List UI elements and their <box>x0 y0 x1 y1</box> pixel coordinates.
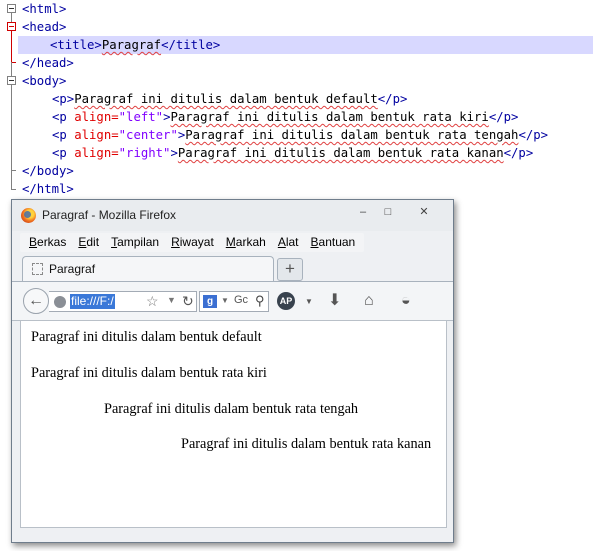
code-line-11: </html> <box>22 180 74 198</box>
window-title: Paragraf - Mozilla Firefox <box>42 208 177 222</box>
head-close-tag: </head> <box>22 56 74 70</box>
url-text[interactable]: file:///F:/ <box>70 294 115 309</box>
code-editor[interactable]: <html> <head> <title>Paragraf</title> </… <box>0 0 593 198</box>
page-content[interactable]: Paragraf ini ditulis dalam bentuk defaul… <box>20 320 447 528</box>
search-bar[interactable]: g ▼ Gc ⚲ <box>199 291 269 312</box>
code-line-4: </head> <box>22 54 74 72</box>
menu-bantuan-rest: antuan <box>318 235 356 249</box>
html-close-tag: </html> <box>22 182 74 196</box>
menu-alat[interactable]: Alat <box>272 233 305 252</box>
url-dropdown-icon[interactable]: ▼ <box>167 295 176 305</box>
search-input[interactable]: Gc <box>234 294 248 306</box>
p-close-tag: </p> <box>377 92 408 106</box>
html-open-tag: <html> <box>22 2 67 16</box>
paragraph-right: Paragraf ini ditulis dalam bentuk rata k… <box>181 436 432 452</box>
minimize-button[interactable]: – <box>353 205 373 219</box>
reload-icon[interactable]: ↻ <box>182 293 194 310</box>
addon-icon[interactable]: AP <box>277 292 295 310</box>
url-bar[interactable]: file:///F:/ ☆ ▼ ↻ <box>49 291 197 312</box>
navigation-toolbar: ← file:///F:/ ☆ ▼ ↻ g ▼ Gc ⚲ AP ▼ ⬇ ⌂ ◒ <box>12 281 453 321</box>
title-text: Paragraf <box>101 38 162 52</box>
firefox-window: Paragraf - Mozilla Firefox – □ ✕ Berkas … <box>11 199 454 543</box>
paragraph-left: Paragraf ini ditulis dalam bentuk rata k… <box>31 365 267 381</box>
code-line-2: <head> <box>22 18 66 36</box>
menu-markah[interactable]: Markah <box>220 233 272 252</box>
align-value: "right" <box>118 146 171 160</box>
menu-riwayat[interactable]: Riwayat <box>165 233 220 252</box>
p-close-tag: </p> <box>518 128 549 142</box>
align-attribute: align= <box>74 110 119 124</box>
tag-close-bracket: > <box>170 146 178 160</box>
fold-guide <box>11 13 12 22</box>
body-open-tag: <body> <box>22 74 67 88</box>
google-icon[interactable]: g <box>203 295 217 308</box>
fold-guide-head <box>11 31 12 63</box>
maximize-button[interactable]: □ <box>378 205 398 219</box>
download-icon[interactable]: ⬇ <box>328 292 341 310</box>
close-button[interactable]: ✕ <box>414 205 434 219</box>
title-close-tag: </title> <box>161 38 221 52</box>
tab-paragraf[interactable]: Paragraf <box>22 256 274 282</box>
p-open-tag: <p <box>52 110 75 124</box>
p-text-default: Paragraf ini ditulis dalam bentuk defaul… <box>74 92 378 106</box>
search-icon[interactable]: ⚲ <box>255 293 265 309</box>
back-arrow-icon[interactable]: ← <box>23 288 49 314</box>
code-line-7: <p align="left">Paragraf ini ditulis dal… <box>52 108 518 126</box>
menu-tampilan-rest: ampilan <box>117 235 160 249</box>
fold-toggle-body[interactable] <box>7 76 16 85</box>
fold-guide-body <box>11 85 12 190</box>
code-line-6: <p>Paragraf ini ditulis dalam bentuk def… <box>52 90 407 108</box>
pocket-icon[interactable]: ◒ <box>401 292 411 310</box>
code-line-1: <html> <box>22 0 66 18</box>
fold-guide <box>11 62 12 76</box>
title-open-tag: <title> <box>50 38 102 52</box>
new-tab-button[interactable]: + <box>277 258 303 281</box>
menu-edit-rest: dit <box>86 235 100 249</box>
addon-dropdown-icon[interactable]: ▼ <box>305 293 313 311</box>
menu-berkas-rest: erkas <box>37 235 67 249</box>
p-close-tag: </p> <box>488 110 519 124</box>
align-value: "center" <box>118 128 178 142</box>
globe-icon <box>54 296 66 308</box>
p-open-tag: <p> <box>52 92 75 106</box>
p-text-right: Paragraf ini ditulis dalam bentuk rata k… <box>177 146 504 160</box>
menu-alat-rest: lat <box>285 235 299 249</box>
paragraph-default: Paragraf ini ditulis dalam bentuk defaul… <box>31 329 262 345</box>
head-open-tag: <head> <box>22 20 67 34</box>
tab-label: Paragraf <box>49 262 96 276</box>
fold-end-body <box>11 170 16 171</box>
firefox-logo-icon <box>21 208 36 223</box>
bookmark-star-icon[interactable]: ☆ <box>146 293 159 310</box>
p-text-left: Paragraf ini ditulis dalam bentuk rata k… <box>170 110 489 124</box>
code-line-5: <body> <box>22 72 66 90</box>
p-open-tag: <p <box>52 128 75 142</box>
code-line-8: <p align="center">Paragraf ini ditulis d… <box>52 126 548 144</box>
paragraph-center: Paragraf ini ditulis dalam bentuk rata t… <box>104 401 359 417</box>
menu-berkas[interactable]: Berkas <box>23 233 72 252</box>
code-line-3-highlighted: <title>Paragraf</title> <box>18 36 593 54</box>
align-attribute: align= <box>74 146 119 160</box>
fold-toggle-html[interactable] <box>7 4 16 13</box>
fold-end-html <box>11 189 16 190</box>
p-text-center: Paragraf ini ditulis dalam bentuk rata t… <box>185 128 519 142</box>
menu-bar: Berkas Edit Tampilan Riwayat Markah Alat… <box>20 233 365 252</box>
search-engine-dropdown-icon[interactable]: ▼ <box>221 296 229 305</box>
menu-tampilan[interactable]: Tampilan <box>105 233 165 252</box>
p-open-tag: <p <box>52 146 75 160</box>
menu-edit[interactable]: Edit <box>72 233 105 252</box>
page-icon <box>32 263 43 275</box>
body-close-tag: </body> <box>22 164 74 178</box>
code-line-10: </body> <box>22 162 74 180</box>
home-icon[interactable]: ⌂ <box>364 292 374 310</box>
fold-toggle-head[interactable] <box>7 22 16 31</box>
align-value: "left" <box>118 110 164 124</box>
menu-markah-rest: arkah <box>235 235 266 249</box>
menu-riwayat-rest: iwayat <box>179 235 214 249</box>
title-bar[interactable]: Paragraf - Mozilla Firefox – □ ✕ <box>12 200 453 231</box>
p-close-tag: </p> <box>503 146 534 160</box>
menu-bantuan[interactable]: Bantuan <box>305 233 362 252</box>
code-line-9: <p align="right">Paragraf ini ditulis da… <box>52 144 533 162</box>
align-attribute: align= <box>74 128 119 142</box>
